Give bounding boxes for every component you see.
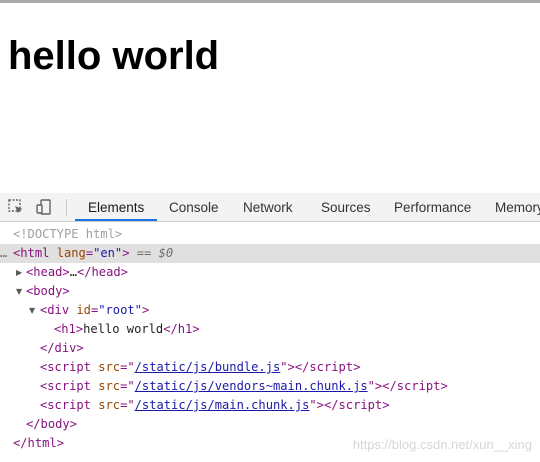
script-open-name: script xyxy=(47,398,91,412)
script-open-name: script xyxy=(47,379,91,393)
script-tag: <script src="/static/js/main.chunk.js"><… xyxy=(40,398,390,412)
tab-elements[interactable]: Elements xyxy=(88,193,144,222)
collapse-triangle-icon[interactable]: ▼ xyxy=(16,282,22,301)
head-tag: <head>…</head> xyxy=(26,265,128,279)
body-open-name: body xyxy=(33,284,63,298)
div-open-name: div xyxy=(47,303,70,317)
html-open-line[interactable]: … <html lang="en"> == $0 xyxy=(0,244,540,263)
head-ellipsis: … xyxy=(69,265,77,279)
script-line[interactable]: <script src="/static/js/vendors~main.chu… xyxy=(0,377,540,396)
script-attr-name: src xyxy=(98,398,121,412)
h1-close-name: /h1 xyxy=(170,322,193,336)
html-tag-name: html xyxy=(20,246,50,260)
div-open-line[interactable]: ▼ <div id="root"> xyxy=(0,301,540,320)
selected-marker: == $0 xyxy=(136,246,174,260)
div-attr-name: id xyxy=(76,303,91,317)
body-open-line[interactable]: ▼ <body> xyxy=(0,282,540,301)
tab-sources[interactable]: Sources xyxy=(321,193,371,222)
html-open-tag: <html lang="en"> == $0 xyxy=(13,246,174,260)
head-close-name: /head xyxy=(84,265,121,279)
script-tag: <script src="/static/js/vendors~main.chu… xyxy=(40,379,448,393)
device-toolbar-icon[interactable] xyxy=(35,198,53,216)
tab-performance[interactable]: Performance xyxy=(394,193,471,222)
top-border xyxy=(0,0,540,3)
html-attr-name: lang xyxy=(56,246,86,260)
body-close-line[interactable]: </body> xyxy=(0,415,540,434)
script-close-name: /script xyxy=(302,360,354,374)
script-open-name: script xyxy=(47,360,91,374)
watermark: https://blog.csdn.net/xun__xing xyxy=(352,437,532,452)
active-tab-indicator xyxy=(75,219,157,221)
h1-tag: <h1>hello world</h1> xyxy=(54,322,200,336)
devtools-panel: Elements Console Network Sources Perform… xyxy=(0,193,540,462)
h1-text: hello world xyxy=(83,322,164,336)
tab-memory[interactable]: Memory xyxy=(495,193,540,222)
body-close-tag: </body> xyxy=(26,417,77,431)
tab-network[interactable]: Network xyxy=(243,193,293,222)
div-attr-value: "root" xyxy=(98,303,142,317)
div-open-tag: <div id="root"> xyxy=(40,303,150,317)
devtools-toolbar: Elements Console Network Sources Perform… xyxy=(0,193,540,222)
doctype-line[interactable]: <!DOCTYPE html> xyxy=(0,225,540,244)
head-line[interactable]: ▶ <head>…</head> xyxy=(0,263,540,282)
page-heading: hello world xyxy=(8,34,220,78)
script-src-link[interactable]: /static/js/bundle.js xyxy=(135,360,281,374)
script-src-link[interactable]: /static/js/vendors~main.chunk.js xyxy=(135,379,368,393)
body-open-tag: <body> xyxy=(26,284,70,298)
collapse-triangle-icon[interactable]: ▼ xyxy=(29,301,35,320)
html-close-name: /html xyxy=(20,436,57,450)
script-src-link[interactable]: /static/js/main.chunk.js xyxy=(135,398,310,412)
toolbar-divider xyxy=(66,199,67,216)
h1-open-name: h1 xyxy=(61,322,76,336)
script-line[interactable]: <script src="/static/js/main.chunk.js"><… xyxy=(0,396,540,415)
script-tag: <script src="/static/js/bundle.js"></scr… xyxy=(40,360,361,374)
dom-tree: <!DOCTYPE html> … <html lang="en"> == $0… xyxy=(0,223,540,462)
html-close-tag: </html> xyxy=(13,436,64,450)
script-close-name: /script xyxy=(331,398,383,412)
doctype: <!DOCTYPE html> xyxy=(13,227,123,241)
selected-gutter: … xyxy=(0,246,8,260)
script-attr-name: src xyxy=(98,379,121,393)
div-close-tag: </div> xyxy=(40,341,84,355)
expand-triangle-icon[interactable]: ▶ xyxy=(16,263,22,282)
h1-line[interactable]: <h1>hello world</h1> xyxy=(0,320,540,339)
body-close-name: /body xyxy=(33,417,70,431)
tab-console[interactable]: Console xyxy=(169,193,219,222)
inspect-icon[interactable] xyxy=(7,198,25,216)
head-open-name: head xyxy=(33,265,63,279)
div-close-line[interactable]: </div> xyxy=(0,339,540,358)
script-attr-name: src xyxy=(98,360,121,374)
script-close-name: /script xyxy=(389,379,441,393)
html-attr-value: "en" xyxy=(93,246,123,260)
script-line[interactable]: <script src="/static/js/bundle.js"></scr… xyxy=(0,358,540,377)
div-close-name: /div xyxy=(47,341,77,355)
